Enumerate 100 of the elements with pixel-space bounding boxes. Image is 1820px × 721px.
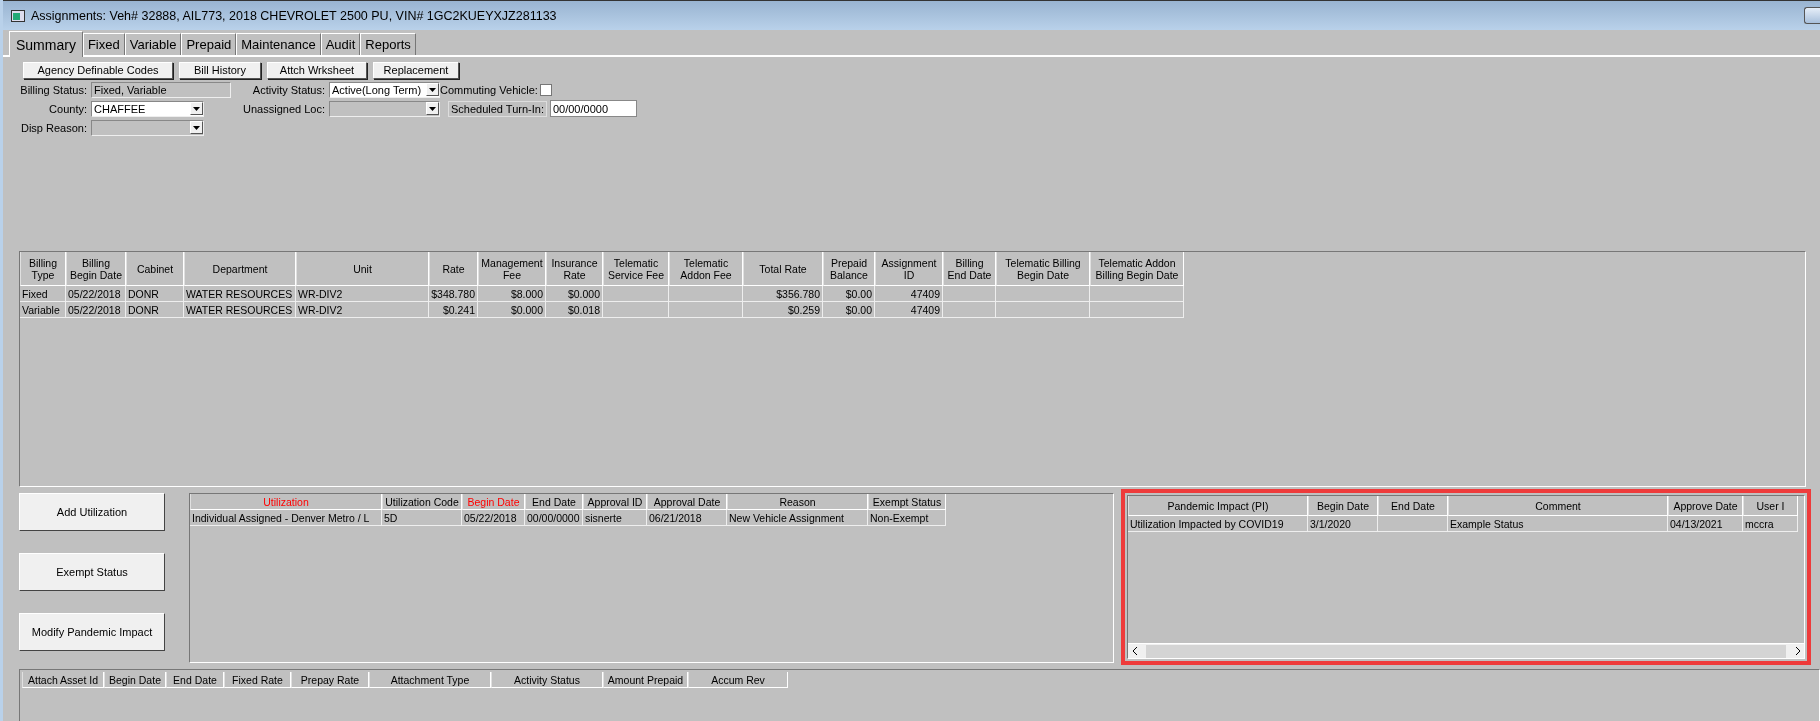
table-cell: Individual Assigned - Denver Metro / L: [190, 510, 382, 526]
column-header[interactable]: Telematic Billing Begin Date: [996, 252, 1090, 286]
column-header[interactable]: Telematic Service Fee: [603, 252, 669, 286]
column-header[interactable]: Comment: [1448, 496, 1668, 516]
billing-status-field: Fixed, Variable: [91, 81, 231, 98]
table-cell: WATER RESOURCES: [184, 302, 296, 318]
column-header[interactable]: Rate: [429, 252, 478, 286]
column-header[interactable]: Begin Date: [104, 672, 166, 688]
table-cell: $0.259: [743, 302, 823, 318]
table-cell: $0.018: [546, 302, 603, 318]
column-header[interactable]: Fixed Rate: [224, 672, 291, 688]
table-cell: $348.780: [429, 286, 478, 302]
table-cell: DONR: [126, 302, 184, 318]
table-cell: 05/22/2018: [66, 302, 126, 318]
table-cell: Fixed: [20, 286, 66, 302]
field-label: County:: [48, 102, 88, 115]
column-header[interactable]: User I: [1743, 496, 1798, 516]
tab[interactable]: Prepaid: [181, 33, 237, 55]
tab[interactable]: Audit: [320, 33, 361, 55]
turn-in-field[interactable]: 00/00/0000: [549, 100, 637, 117]
table-cell: [603, 302, 669, 318]
window-title: Assignments: Veh# 32888, AIL773, 2018 CHEVROLET 2500 PU, VIN# 1GC2KUEYXJZ281133: [31, 8, 557, 23]
column-header[interactable]: Assignment ID: [875, 252, 943, 286]
scroll-right-icon[interactable]: [1794, 647, 1800, 655]
column-header[interactable]: Reason: [727, 494, 868, 510]
dropdown[interactable]: CHAFFEE: [91, 100, 204, 117]
column-header[interactable]: Management Fee: [478, 252, 546, 286]
table-cell: $0.241: [429, 302, 478, 318]
column-header[interactable]: Accum Rev: [688, 672, 788, 688]
tab[interactable]: Summary: [9, 31, 83, 57]
column-header[interactable]: Telematic Addon Billing Begin Date: [1090, 252, 1184, 286]
column-header[interactable]: Billing Type: [20, 252, 66, 286]
table-cell: Utilization Impacted by COVID19: [1128, 516, 1308, 532]
column-header[interactable]: Approve Date: [1668, 496, 1743, 516]
column-header[interactable]: Insurance Rate: [546, 252, 603, 286]
field-label: Billing Status:: [19, 83, 88, 96]
table-cell: DONR: [126, 286, 184, 302]
dropdown[interactable]: [91, 119, 204, 136]
column-header[interactable]: Prepay Rate: [291, 672, 369, 688]
caret-icon: [429, 87, 436, 92]
column-header[interactable]: Attachment Type: [369, 672, 491, 688]
tab[interactable]: Reports: [360, 33, 416, 55]
column-header[interactable]: Pandemic Impact (PI): [1128, 496, 1308, 516]
action-button[interactable]: Add Utilization: [19, 493, 165, 531]
table-cell: New Vehicle Assignment: [727, 510, 868, 526]
table-cell: WR-DIV2: [296, 302, 429, 318]
column-header[interactable]: Telematic Addon Fee: [669, 252, 743, 286]
dropdown[interactable]: Active(Long Term): [329, 81, 440, 98]
table-cell: WATER RESOURCES: [184, 286, 296, 302]
column-header[interactable]: Amount Prepaid: [603, 672, 688, 688]
tab[interactable]: Variable: [124, 33, 182, 55]
table-cell: [603, 286, 669, 302]
column-header[interactable]: Total Rate: [743, 252, 823, 286]
table-cell: $0.00: [823, 286, 875, 302]
column-header[interactable]: End Date: [525, 494, 583, 510]
column-header[interactable]: Department: [184, 252, 296, 286]
table-cell: 05/22/2018: [66, 286, 126, 302]
column-header[interactable]: End Date: [166, 672, 224, 688]
column-header[interactable]: Attach Asset Id: [22, 672, 104, 688]
table-cell: $356.780: [743, 286, 823, 302]
checkbox[interactable]: [540, 83, 552, 96]
field-label: Activity Status:: [251, 83, 326, 96]
table-cell: 05/22/2018: [462, 510, 525, 526]
column-header[interactable]: Unit: [296, 252, 429, 286]
table-cell: Example Status: [1448, 516, 1668, 532]
tab[interactable]: Fixed: [82, 33, 125, 55]
table-cell: Non-Exempt: [868, 510, 946, 526]
toolbar-button[interactable]: Attch Wrksheet: [267, 61, 367, 79]
table-cell: 00/00/0000: [525, 510, 583, 526]
column-header[interactable]: Prepaid Balance: [823, 252, 875, 286]
window-icon: [11, 9, 25, 22]
column-header[interactable]: Begin Date: [1308, 496, 1378, 516]
scroll-left-icon[interactable]: [1132, 647, 1138, 655]
table-cell: 04/13/2021: [1668, 516, 1743, 532]
table-cell: $8.000: [478, 286, 546, 302]
table-cell: $0.000: [546, 286, 603, 302]
table-cell: [1378, 516, 1448, 532]
action-button[interactable]: Modify Pandemic Impact: [19, 613, 165, 651]
toolbar-button[interactable]: Bill History: [179, 61, 261, 79]
tab[interactable]: Maintenance: [236, 33, 321, 55]
toolbar-button[interactable]: Agency Definable Codes: [23, 61, 173, 79]
column-header[interactable]: Approval ID: [583, 494, 647, 510]
column-header[interactable]: Exempt Status: [868, 494, 946, 510]
column-header[interactable]: Billing End Date: [943, 252, 996, 286]
column-header[interactable]: Utilization Code: [382, 494, 462, 510]
column-header[interactable]: Approval Date: [647, 494, 727, 510]
column-header[interactable]: Billing Begin Date: [66, 252, 126, 286]
toolbar-button[interactable]: Replacement: [373, 61, 459, 79]
column-header[interactable]: End Date: [1378, 496, 1448, 516]
table-cell: 47409: [875, 286, 943, 302]
table-cell: sisnerte: [583, 510, 647, 526]
column-header[interactable]: Cabinet: [126, 252, 184, 286]
dropdown[interactable]: [329, 100, 440, 117]
field-label: Disp Reason:: [19, 121, 88, 134]
caret-icon: [429, 106, 436, 111]
table-cell: mccra: [1743, 516, 1798, 532]
column-header[interactable]: Activity Status: [491, 672, 603, 688]
window-button[interactable]: [1804, 7, 1820, 24]
action-button[interactable]: Exempt Status: [19, 553, 165, 591]
table-cell: [943, 302, 996, 318]
